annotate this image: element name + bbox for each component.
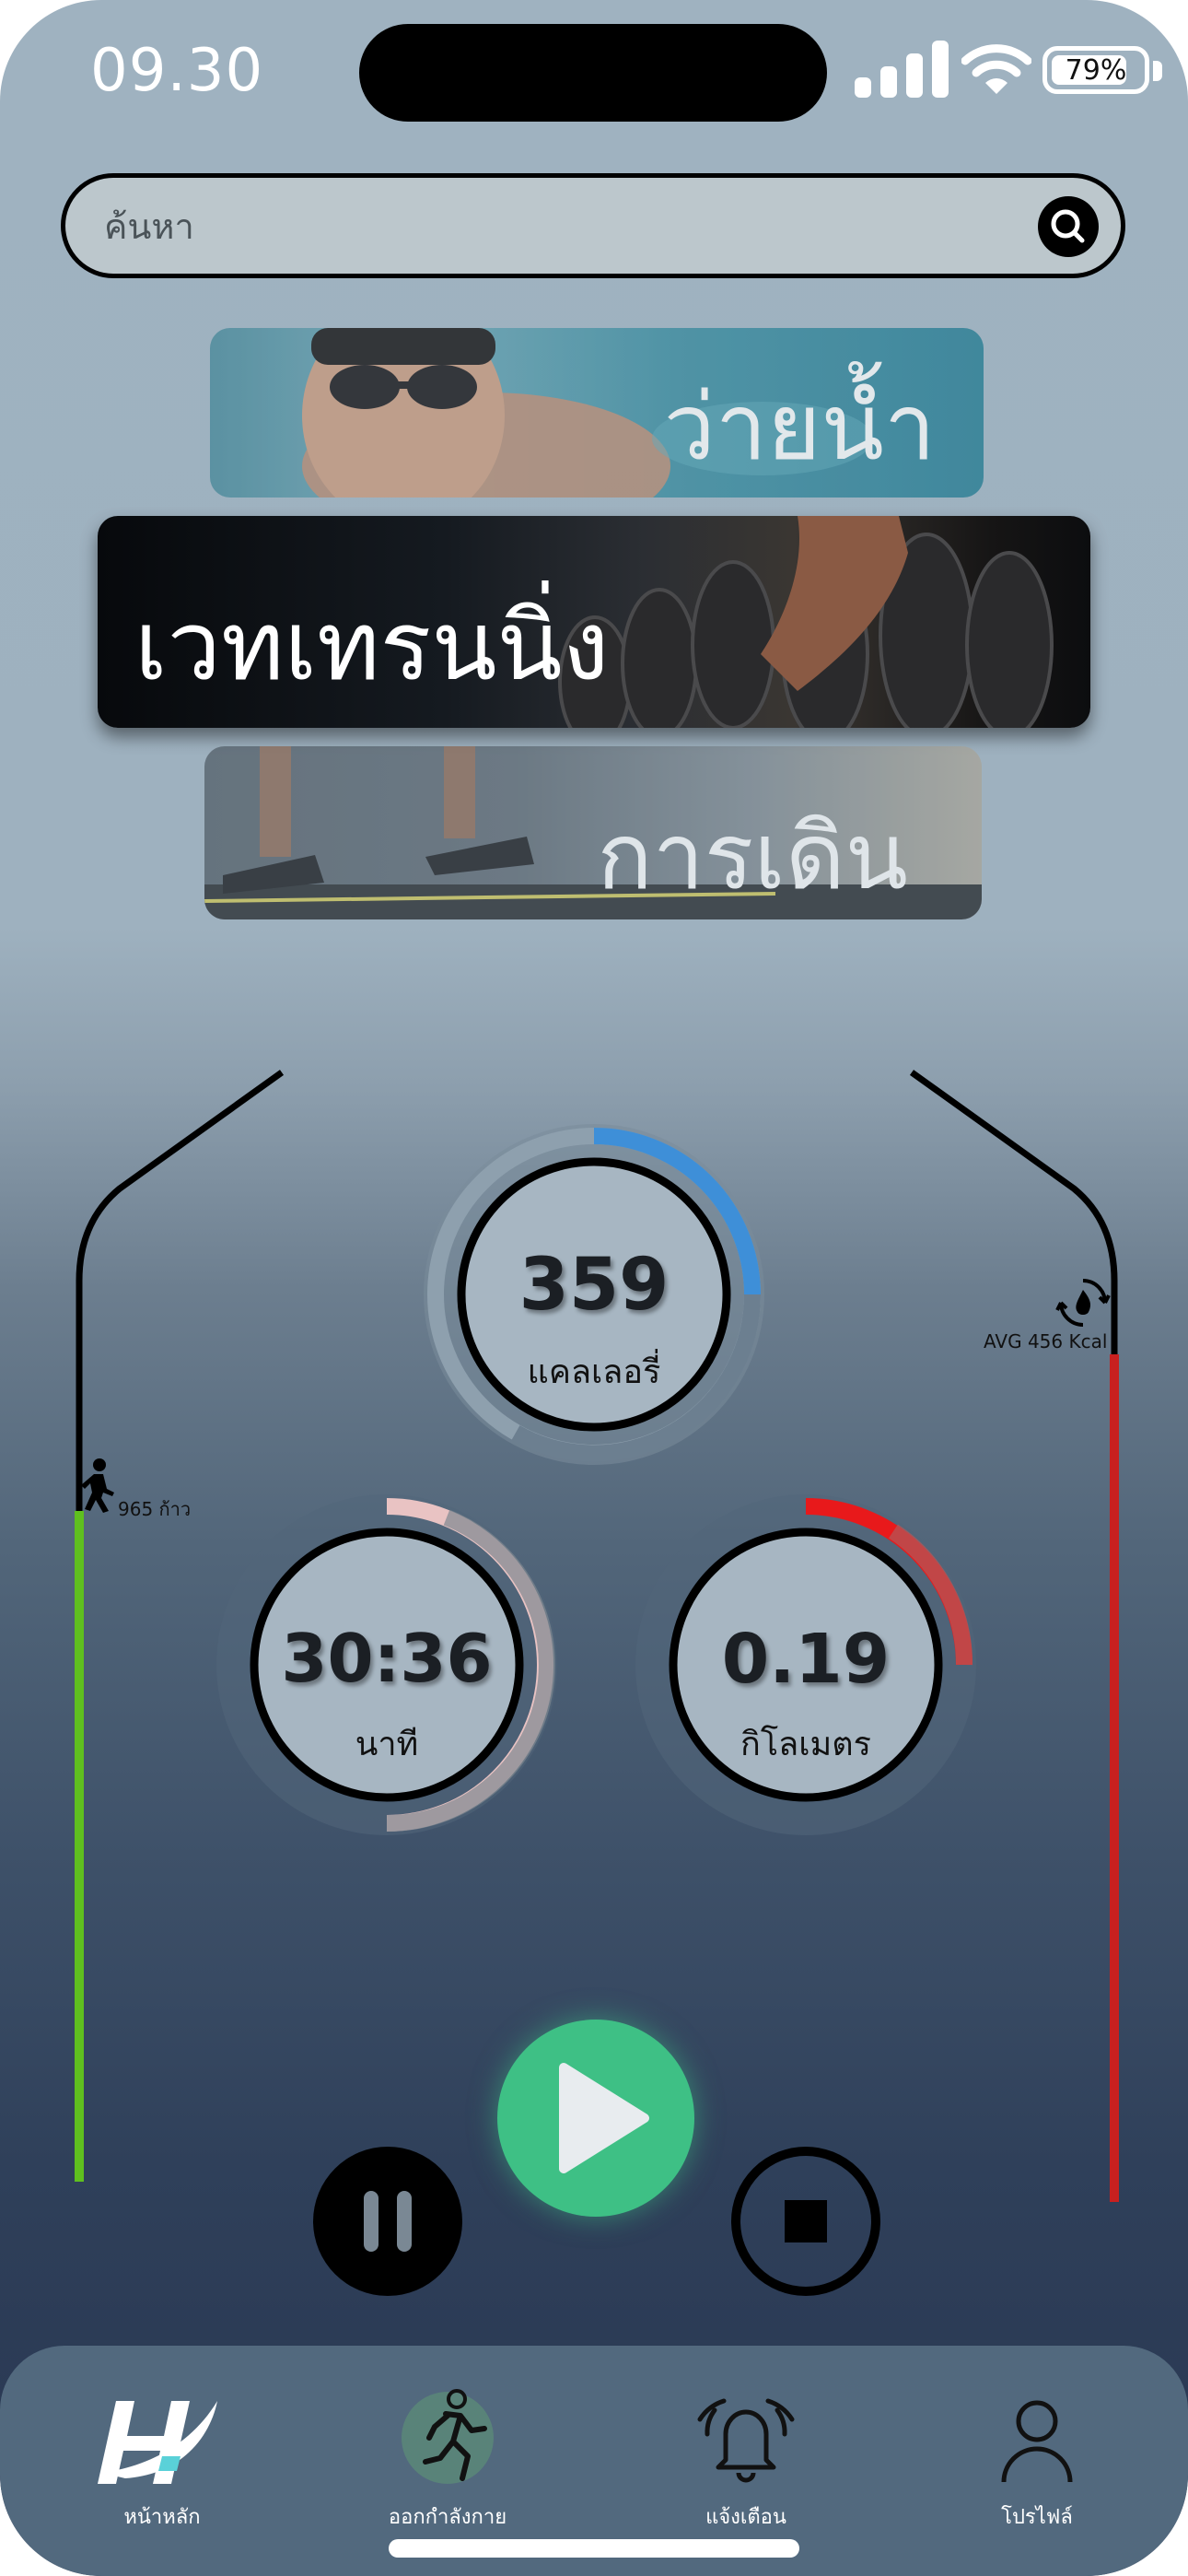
time-unit: นาที [355,1726,419,1763]
play-icon [559,2063,649,2173]
home-indicator[interactable] [389,2539,799,2558]
time-value: 30:36 [281,1620,493,1697]
wifi-icon [961,44,1031,94]
nav-label-profile: โปรไฟล์ [1001,2506,1073,2529]
search-icon [1051,209,1085,243]
profile-icon [1001,2400,1073,2483]
time-ring: 30:36 นาที [207,1485,566,1844]
bell-icon [697,2398,795,2483]
activity-card-walking[interactable]: การเดิน [204,746,982,919]
play-button[interactable] [497,2020,694,2217]
walking-person-icon [81,1458,114,1513]
steps-count: 965 ก้าว [118,1498,192,1520]
pause-button[interactable] [313,2147,462,2296]
nav-label-home: หน้าหลัก [123,2506,201,2529]
home-logo-icon [98,2401,217,2484]
nav-label-notifications: แจ้งเตือน [705,2506,786,2529]
activity-label-swimming: ว่ายน้ำ [663,373,936,481]
battery-percent: 79% [1065,54,1127,87]
activity-card-weight-training[interactable]: เวทเทรนนิ่ง [98,516,1090,728]
status-time: 09.30 [90,37,264,105]
dynamic-island [359,24,827,122]
search-button[interactable] [1038,196,1099,257]
nav-label-exercise: ออกกำลังกาย [388,2506,507,2529]
flame-cycle-icon [1055,1279,1111,1327]
signal-icon [855,41,949,98]
activity-label-weight-training: เวทเทรนนิ่ง [134,590,610,702]
activity-card-swimming[interactable]: ว่ายน้ำ [210,328,984,498]
runner-icon [402,2389,494,2484]
pause-icon [364,2191,412,2252]
battery-tip [1153,61,1162,81]
calories-unit: แคลเลอรี่ [527,1353,661,1391]
search-input[interactable] [102,198,990,255]
stop-icon [785,2200,827,2242]
distance-ring: 0.19 กิโลเมตร [626,1485,985,1844]
stop-button[interactable] [731,2147,880,2296]
search-bar [61,173,1125,278]
calories-value: 359 [518,1244,670,1327]
distance-value: 0.19 [721,1620,891,1699]
distance-unit: กิโลเมตร [740,1726,871,1763]
activity-label-walking: การเดิน [597,802,908,910]
calories-ring: 359 แคลเลอรี่ [414,1115,774,1474]
phone-screen: 09.30 79% ค้นหา ว่ายน้ำ เวทเทรนนิ่ง การเ… [0,0,1188,2576]
battery-icon: 79% [1042,46,1149,94]
avg-calories: AVG 456 Kcal [984,1330,1108,1352]
